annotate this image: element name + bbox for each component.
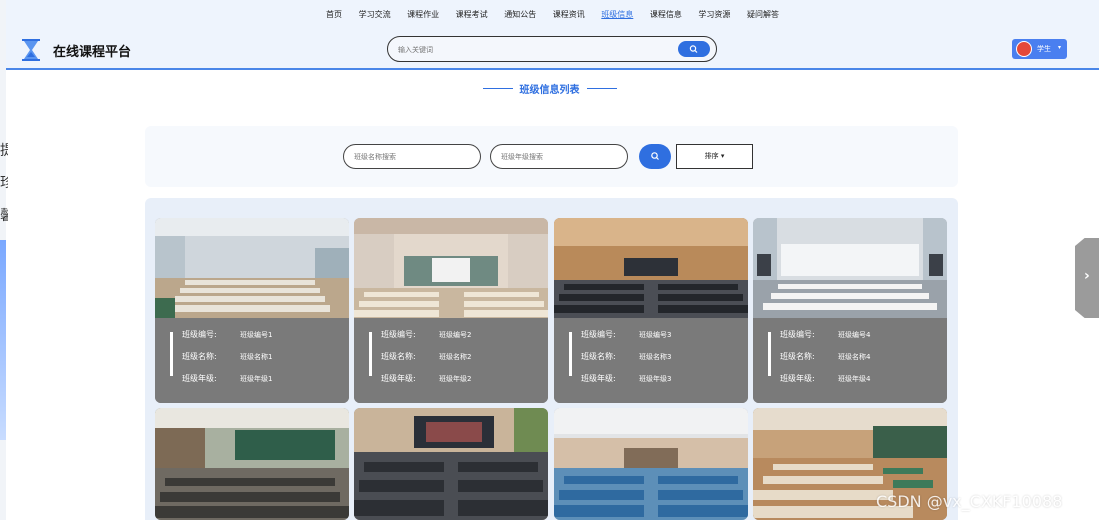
class-code-label: 班级编号: <box>780 330 815 339</box>
chevron-down-icon: ▾ <box>1058 44 1062 51</box>
classroom-photo <box>354 218 548 318</box>
watermark: CSDN @vx_CXKF10088 <box>876 492 1063 511</box>
class-name-search-field <box>343 144 481 169</box>
class-code-row: 班级编号: 班级编号2 <box>381 329 471 340</box>
class-grade-row: 班级年级: 班级年级4 <box>780 373 870 384</box>
classroom-photo <box>554 408 748 520</box>
global-search <box>387 36 717 62</box>
class-card-accent-bar <box>569 332 572 376</box>
class-code-value: 班级编号3 <box>639 331 672 339</box>
class-name-value: 班级名称1 <box>240 353 273 361</box>
class-grade-search-field <box>490 144 628 169</box>
user-menu-button[interactable]: 学生 ▾ <box>1012 39 1067 59</box>
class-grade-label: 班级年级: <box>780 374 815 383</box>
chevron-right-icon: › <box>1084 268 1090 284</box>
nav-item-homework[interactable]: 课程作业 <box>407 9 439 20</box>
left-clipped-window <box>0 0 6 520</box>
class-code-label: 班级编号: <box>381 330 416 339</box>
filter-panel: 排序 ▾ <box>145 126 958 187</box>
class-grade-label: 班级年级: <box>381 374 416 383</box>
nav-item-exam[interactable]: 课程考试 <box>456 9 488 20</box>
class-code-label: 班级编号: <box>581 330 616 339</box>
section-title: 班级信息列表 <box>519 85 580 96</box>
class-name-row: 班级名称: 班级名称3 <box>581 351 671 362</box>
class-card[interactable] <box>554 408 748 520</box>
class-code-row: 班级编号: 班级编号3 <box>581 329 671 340</box>
sort-dropdown[interactable]: 排序 ▾ <box>676 144 753 169</box>
nav-item-home[interactable]: 首页 <box>326 9 342 20</box>
class-card[interactable]: 班级编号: 班级编号2 班级名称: 班级名称2 班级年级: 班级年级2 <box>354 218 548 403</box>
top-nav: 首页 学习交流 课程作业 课程考试 通知公告 课程资讯 班级信息 课程信息 学习… <box>6 9 1099 20</box>
class-grade-value: 班级年级4 <box>838 375 871 383</box>
class-grade-label: 班级年级: <box>182 374 217 383</box>
class-card[interactable] <box>155 408 349 520</box>
class-name-row: 班级名称: 班级名称4 <box>780 351 870 362</box>
left-clipped-image <box>0 240 6 440</box>
site-header: 首页 学习交流 课程作业 课程考试 通知公告 课程资讯 班级信息 课程信息 学习… <box>6 0 1099 70</box>
class-code-value: 班级编号4 <box>838 331 871 339</box>
filter-search-button[interactable] <box>639 144 671 169</box>
class-card-grid: 班级编号: 班级编号1 班级名称: 班级名称1 班级年级: 班级年级1 班级编号: 班级… <box>145 198 958 520</box>
nav-item-study-exchange[interactable]: 学习交流 <box>359 9 391 20</box>
class-name-row: 班级名称: 班级名称2 <box>381 351 471 362</box>
class-code-value: 班级编号1 <box>240 331 273 339</box>
class-card[interactable]: 班级编号: 班级编号3 班级名称: 班级名称3 班级年级: 班级年级3 <box>554 218 748 403</box>
user-role-label: 学生 <box>1037 45 1051 53</box>
class-grade-row: 班级年级: 班级年级2 <box>381 373 471 384</box>
class-card[interactable]: 班级编号: 班级编号4 班级名称: 班级名称4 班级年级: 班级年级4 <box>753 218 947 403</box>
classroom-photo <box>753 218 947 318</box>
nav-item-qa[interactable]: 疑问解答 <box>747 9 779 20</box>
class-grade-value: 班级年级3 <box>639 375 672 383</box>
class-card[interactable] <box>354 408 548 520</box>
class-grade-value: 班级年级1 <box>240 375 273 383</box>
nav-item-class-info[interactable]: 班级信息 <box>601 9 633 20</box>
class-card-info: 班级编号: 班级编号3 班级名称: 班级名称3 班级年级: 班级年级3 <box>554 318 748 403</box>
class-code-row: 班级编号: 班级编号1 <box>182 329 272 340</box>
class-card-info: 班级编号: 班级编号1 班级名称: 班级名称1 班级年级: 班级年级1 <box>155 318 349 403</box>
class-grade-value: 班级年级2 <box>439 375 472 383</box>
brand-title: 在线课程平台 <box>53 45 132 60</box>
classroom-photo <box>354 408 548 520</box>
section-title-line-right <box>587 88 617 89</box>
class-card-accent-bar <box>170 332 173 376</box>
avatar <box>1016 41 1032 57</box>
classroom-photo <box>155 218 349 318</box>
class-name-label: 班级名称: <box>780 352 815 361</box>
class-card[interactable]: 班级编号: 班级编号1 班级名称: 班级名称1 班级年级: 班级年级1 <box>155 218 349 403</box>
class-grade-row: 班级年级: 班级年级1 <box>182 373 272 384</box>
class-card-info: 班级编号: 班级编号2 班级名称: 班级名称2 班级年级: 班级年级2 <box>354 318 548 403</box>
class-code-value: 班级编号2 <box>439 331 472 339</box>
hourglass-logo-icon <box>22 39 40 61</box>
class-card-info: 班级编号: 班级编号4 班级名称: 班级名称4 班级年级: 班级年级4 <box>753 318 947 403</box>
search-icon <box>689 45 698 53</box>
class-name-label: 班级名称: <box>182 352 217 361</box>
nav-item-notice[interactable]: 通知公告 <box>504 9 536 20</box>
classroom-photo <box>554 218 748 318</box>
class-card-accent-bar <box>369 332 372 376</box>
class-name-row: 班级名称: 班级名称1 <box>182 351 272 362</box>
class-name-value: 班级名称2 <box>439 353 472 361</box>
class-code-row: 班级编号: 班级编号4 <box>780 329 870 340</box>
class-name-label: 班级名称: <box>581 352 616 361</box>
class-name-value: 班级名称3 <box>639 353 672 361</box>
class-code-label: 班级编号: <box>182 330 217 339</box>
class-name-label: 班级名称: <box>381 352 416 361</box>
class-grade-row: 班级年级: 班级年级3 <box>581 373 671 384</box>
class-grade-search-input[interactable] <box>501 151 611 163</box>
nav-item-course-info[interactable]: 课程信息 <box>650 9 682 20</box>
class-card-accent-bar <box>768 332 771 376</box>
left-clipped-text-2: 珍 <box>0 175 8 191</box>
global-search-button[interactable] <box>678 41 710 57</box>
classroom-photo <box>155 408 349 520</box>
nav-item-course-news[interactable]: 课程资讯 <box>553 9 585 20</box>
class-grade-label: 班级年级: <box>581 374 616 383</box>
global-search-input[interactable] <box>398 42 668 57</box>
left-clipped-text-3: 馨 <box>0 208 8 224</box>
nav-item-resources[interactable]: 学习资源 <box>698 9 730 20</box>
class-name-search-input[interactable] <box>354 151 464 163</box>
left-clipped-text-1: 提 <box>0 143 8 159</box>
class-name-value: 班级名称4 <box>838 353 871 361</box>
search-icon <box>651 152 659 160</box>
side-collapse-handle[interactable]: › <box>1075 238 1099 318</box>
